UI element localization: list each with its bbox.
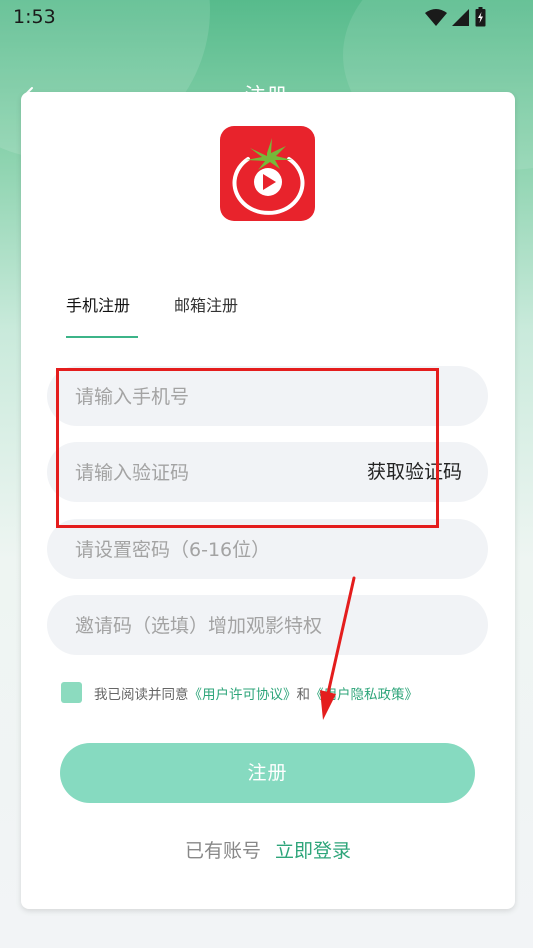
register-tabs: 手机注册 邮箱注册 <box>66 292 326 342</box>
annotation-highlight-box <box>56 368 439 528</box>
tab-phone-register[interactable]: 手机注册 <box>66 292 130 316</box>
agreement-prefix: 我已阅读并同意 <box>94 687 189 703</box>
active-tab-indicator <box>66 336 138 338</box>
status-bar: 1:53 <box>0 0 533 36</box>
login-row: 已有账号 立即登录 <box>21 836 515 863</box>
has-account-text: 已有账号 <box>184 840 261 862</box>
annotation-arrow-icon <box>320 576 356 720</box>
agreement-row: 我已阅读并同意《用户许可协议》和《用户隐私政策》 <box>61 680 501 704</box>
invite-field <box>47 595 488 657</box>
status-icons <box>425 7 495 28</box>
agreement-conjunction: 和 <box>296 687 311 703</box>
login-now-link[interactable]: 立即登录 <box>275 840 351 862</box>
register-button[interactable]: 注册 <box>60 743 475 803</box>
tab-email-register[interactable]: 邮箱注册 <box>174 292 238 316</box>
password-field <box>47 519 488 581</box>
tomato-play-logo <box>220 126 315 221</box>
user-agreement-link[interactable]: 《用户许可协议》 <box>189 687 297 703</box>
status-time: 1:53 <box>13 6 56 28</box>
agreement-checkbox[interactable] <box>61 682 82 703</box>
battery-icon <box>475 7 486 27</box>
signal-icon <box>452 9 469 26</box>
password-input[interactable] <box>73 519 357 581</box>
wifi-icon <box>425 9 447 26</box>
